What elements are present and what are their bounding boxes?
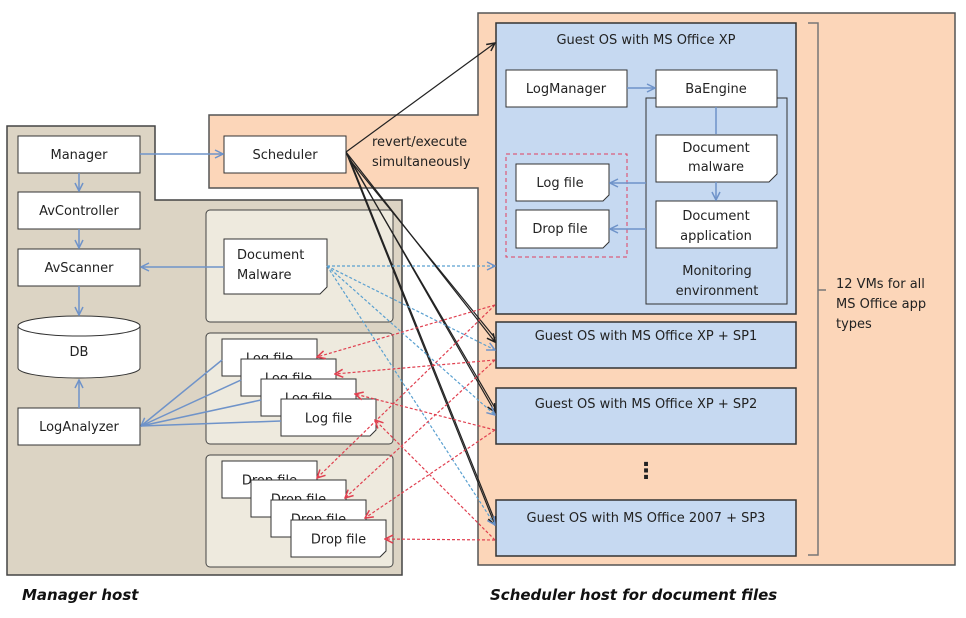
manager-host-label: Manager host (22, 586, 139, 604)
drop-file-label: Drop file (532, 222, 587, 237)
vm-note: types (836, 317, 872, 332)
log-manager-label: LogManager (526, 82, 607, 97)
av-scanner-label: AvScanner (44, 261, 114, 276)
scheduler-note: simultaneously (372, 155, 471, 170)
scheduler-note: revert/execute (372, 135, 467, 150)
ba-engine-label: BaEngine (685, 82, 746, 97)
db-label: DB (70, 345, 89, 360)
log-analyzer-label: LogAnalyzer (39, 420, 119, 435)
av-controller-label: AvController (39, 204, 119, 219)
vm-note: 12 VMs for all (836, 277, 925, 292)
monitoring-label: environment (676, 284, 759, 299)
doc-label: malware (688, 160, 744, 175)
scheduler-label: Scheduler (252, 148, 318, 163)
doc-label: Malware (237, 268, 291, 283)
guest-title: Guest OS with MS Office XP (556, 33, 735, 48)
doc-label: Document (682, 141, 749, 156)
architecture-diagram: Guest OS with MS Office XP Guest OS with… (6, 12, 956, 604)
log-file-label: Log file (305, 412, 352, 427)
guest-os-2007-sp3 (495, 499, 797, 557)
vm-note: MS Office app (836, 297, 926, 312)
scheduler-host-label: Scheduler host for document files (490, 586, 777, 604)
ellipsis: ⋮ (635, 459, 657, 484)
guest-title: Guest OS with MS Office XP + SP2 (535, 397, 758, 412)
guest-title: Guest OS with MS Office 2007 + SP3 (527, 511, 766, 526)
guest-title: Guest OS with MS Office XP + SP1 (535, 329, 758, 344)
doc-app-label: Document (682, 209, 749, 224)
doc-label: Document (237, 248, 304, 263)
doc-app-label: application (680, 229, 752, 244)
log-file-label: Log file (536, 176, 583, 191)
manager-label: Manager (51, 148, 109, 163)
drop-file-label: Drop file (311, 533, 366, 548)
monitoring-label: Monitoring (682, 264, 752, 279)
